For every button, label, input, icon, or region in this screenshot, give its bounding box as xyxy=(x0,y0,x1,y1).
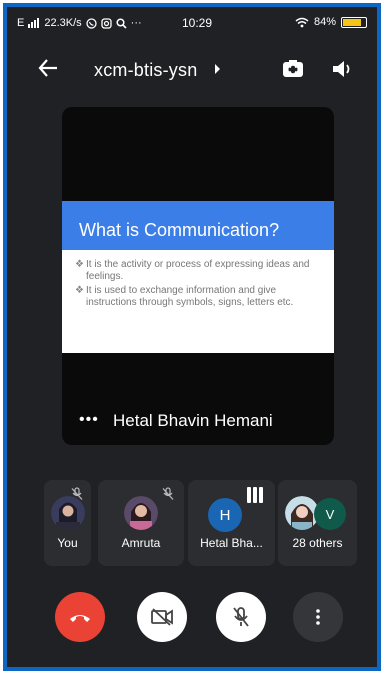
switch-camera-icon[interactable] xyxy=(281,57,305,81)
slide-bullet-text: It is the activity or process of express… xyxy=(86,259,310,282)
battery-percent: 84% xyxy=(313,16,336,28)
bullet-icon: ❖ xyxy=(75,259,84,270)
end-call-button[interactable] xyxy=(55,592,105,642)
phone-frame: E 22.3K/s ··· 10:29 84% xcm-btis-ysn Wha… xyxy=(3,3,381,671)
avatar xyxy=(51,496,85,530)
whatsapp-icon xyxy=(86,17,97,29)
audio-level-icon xyxy=(247,487,263,503)
shared-slide: What is Communication? ❖ It is the activi… xyxy=(62,201,334,353)
clock: 10:29 xyxy=(182,16,213,30)
slide-bullet: ❖ It is the activity or process of expres… xyxy=(75,259,324,283)
more-options-icon[interactable]: ••• xyxy=(79,411,99,429)
slide-bullet: ❖ It is used to exchange information and … xyxy=(75,285,324,309)
meeting-code[interactable]: xcm-btis-ysn xyxy=(94,60,197,81)
back-arrow-icon[interactable] xyxy=(37,57,59,79)
presenter-name: Hetal Bhavin Hemani xyxy=(113,411,273,430)
participant-tile-you[interactable]: You xyxy=(44,480,91,566)
status-right: 84% xyxy=(295,16,367,28)
battery-icon xyxy=(341,16,367,28)
call-header: xcm-btis-ysn xyxy=(7,51,377,91)
avatar xyxy=(124,496,158,530)
participant-tile-hetal[interactable]: H Hetal Bha... xyxy=(188,480,275,566)
camera-toggle-button[interactable] xyxy=(137,592,187,642)
network-type: E xyxy=(17,17,25,29)
mic-off-icon xyxy=(233,607,249,627)
status-overflow: ··· xyxy=(130,17,142,29)
status-bar: E 22.3K/s ··· 10:29 84% xyxy=(7,7,377,41)
mic-off-icon xyxy=(71,487,83,500)
status-left: E 22.3K/s ··· xyxy=(17,17,142,29)
avatar-initial: V xyxy=(314,498,346,530)
mic-off-icon xyxy=(162,487,174,500)
avatar-initial: H xyxy=(208,498,242,532)
participant-name: You xyxy=(57,536,78,550)
more-options-button[interactable] xyxy=(293,592,343,642)
speaker-icon[interactable] xyxy=(331,57,353,81)
slide-bullet-text: It is used to exchange information and g… xyxy=(86,285,294,308)
slide-title: What is Communication? xyxy=(62,201,334,250)
chevron-right-icon[interactable] xyxy=(215,64,220,74)
video-off-icon xyxy=(151,608,173,626)
network-speed: 22.3K/s xyxy=(44,17,82,29)
participant-name: 28 others xyxy=(292,536,343,550)
bullet-icon: ❖ xyxy=(75,285,84,296)
participant-name: Hetal Bha... xyxy=(200,536,263,550)
phone-hangup-icon xyxy=(70,615,90,622)
signal-icon xyxy=(28,18,40,28)
search-icon xyxy=(116,17,127,29)
participant-name: Amruta xyxy=(121,536,161,550)
slide-bullet-list: ❖ It is the activity or process of expres… xyxy=(62,250,334,309)
participant-tile-others[interactable]: V 28 others xyxy=(278,480,357,566)
participant-tile-amruta[interactable]: Amruta xyxy=(98,480,184,566)
wifi-icon xyxy=(295,17,309,27)
presentation-tile[interactable]: What is Communication? ❖ It is the activi… xyxy=(62,107,334,445)
mic-toggle-button[interactable] xyxy=(216,592,266,642)
instagram-icon xyxy=(101,17,112,29)
more-vert-icon xyxy=(316,609,320,625)
